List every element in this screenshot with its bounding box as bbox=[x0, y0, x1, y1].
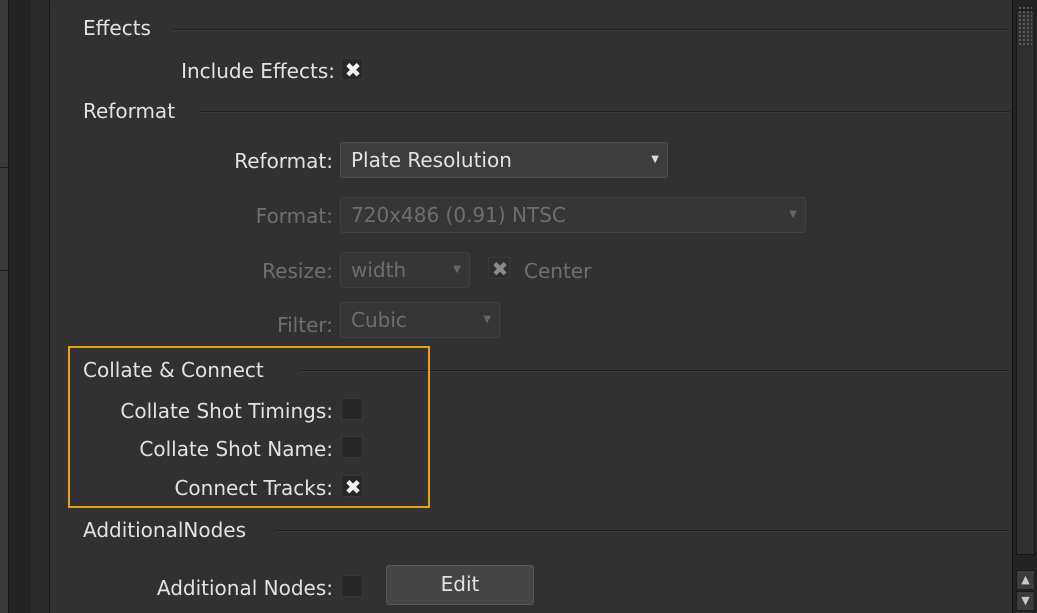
left-rail bbox=[8, 0, 32, 613]
dropdown-arrow-icon: ▼ bbox=[789, 209, 797, 220]
include-effects-label: Include Effects: bbox=[181, 59, 335, 83]
filter-dropdown[interactable]: Cubic ▼ bbox=[340, 302, 500, 338]
additional-nodes-label: Additional Nodes: bbox=[156, 576, 333, 600]
grip-icon[interactable] bbox=[1018, 6, 1032, 46]
highlight-box bbox=[68, 346, 430, 508]
dropdown-arrow-icon: ▼ bbox=[453, 264, 461, 275]
section-title-additional-nodes: AdditionalNodes bbox=[83, 518, 247, 542]
edit-button[interactable]: Edit bbox=[386, 565, 534, 605]
scroll-up-icon[interactable]: ▲ bbox=[1016, 570, 1035, 590]
check-icon: ✖ bbox=[344, 58, 362, 82]
format-value: 720x486 (0.91) NTSC bbox=[351, 203, 566, 227]
reformat-dropdown[interactable]: Plate Resolution ▼ bbox=[340, 142, 668, 178]
reformat-label: Reformat: bbox=[234, 149, 333, 173]
scrollbar-thumb[interactable] bbox=[1016, 10, 1035, 555]
section-divider bbox=[172, 29, 1010, 31]
filter-label: Filter: bbox=[277, 313, 333, 337]
panel-top-band bbox=[50, 0, 1012, 10]
section-title-effects: Effects bbox=[83, 16, 151, 40]
section-divider bbox=[200, 111, 1010, 113]
outer-panel-edge bbox=[0, 0, 8, 613]
section-divider bbox=[275, 530, 1010, 532]
additional-nodes-checkbox[interactable] bbox=[341, 575, 363, 597]
format-dropdown[interactable]: 720x486 (0.91) NTSC ▼ bbox=[340, 197, 806, 233]
edge-tick bbox=[0, 167, 8, 168]
section-title-reformat: Reformat bbox=[83, 99, 176, 123]
center-checkbox[interactable]: ✖ bbox=[488, 257, 510, 281]
filter-value: Cubic bbox=[351, 308, 407, 332]
resize-value: width bbox=[351, 258, 407, 282]
left-rail-inner bbox=[31, 0, 50, 613]
dropdown-arrow-icon: ▼ bbox=[651, 154, 659, 165]
dropdown-arrow-icon: ▼ bbox=[483, 314, 491, 325]
check-icon: ✖ bbox=[491, 257, 509, 281]
center-label: Center bbox=[524, 259, 592, 283]
resize-dropdown[interactable]: width ▼ bbox=[340, 252, 470, 288]
reformat-value: Plate Resolution bbox=[351, 148, 512, 172]
format-label: Format: bbox=[255, 204, 333, 228]
scroll-down-icon[interactable]: ▼ bbox=[1016, 591, 1035, 611]
vertical-scrollbar[interactable]: ▲ ▼ bbox=[1012, 0, 1037, 613]
include-effects-checkbox[interactable]: ✖ bbox=[341, 58, 363, 82]
edge-tick bbox=[0, 270, 8, 271]
resize-label: Resize: bbox=[262, 259, 333, 283]
